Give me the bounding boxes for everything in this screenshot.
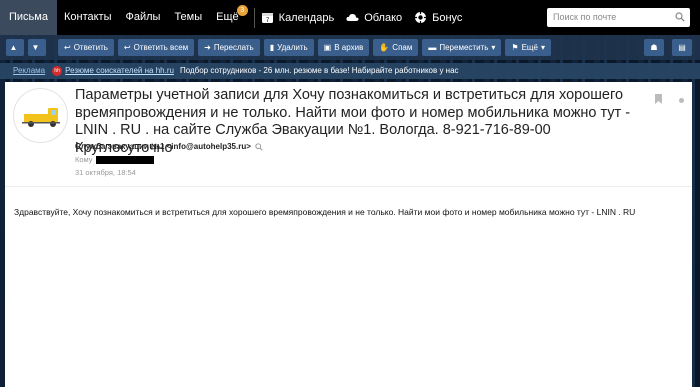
reply-all-icon: ↩ (123, 43, 131, 52)
ad-label: Реклама (13, 66, 46, 75)
message-toolbar: ▲ ▼ ↩ Ответить ↩ Ответить всем ➜ Переслать … (0, 35, 700, 60)
hh-logo-icon: hh (52, 66, 63, 76)
search-icon[interactable] (675, 12, 685, 22)
service-calendar[interactable]: 7 Календарь (261, 11, 335, 24)
nav-item-files[interactable]: Файлы (118, 0, 167, 35)
spam-label: Спам (392, 43, 413, 52)
arrow-down-icon: ▼ (31, 43, 40, 52)
message-body: Здравствуйте, Хочу познакомиться и встре… (14, 207, 636, 217)
shirt-icon: ☗ (650, 43, 658, 52)
forward-label: Переслать (213, 43, 254, 52)
cloud-icon (346, 13, 359, 21)
more-label: Ещё (521, 43, 538, 52)
reply-all-button[interactable]: ↩ Ответить всем (117, 39, 195, 56)
forward-icon: ➜ (204, 43, 211, 52)
print-button[interactable]: ▤ (672, 39, 692, 56)
search-sender-icon[interactable] (255, 143, 263, 151)
search-input[interactable]: Поиск по почте (547, 8, 690, 27)
recipient-label: Кому (75, 155, 93, 164)
previous-message-button[interactable]: ▲ (6, 39, 24, 56)
reply-button[interactable]: ↩ Ответить (58, 39, 114, 56)
message-date: 31 октября, 18:54 (75, 168, 136, 177)
gear-bonus-icon (414, 11, 427, 24)
spam-button[interactable]: ✋ Спам (373, 39, 419, 56)
tag-icon: ⚑ (511, 43, 519, 52)
unread-dot-icon[interactable] (679, 98, 684, 103)
nav-item-more[interactable]: Ещё 3 (209, 0, 248, 35)
printer-icon: ▤ (678, 43, 686, 52)
chevron-down-icon: ▾ (491, 43, 496, 52)
reply-label: Ответить (73, 43, 108, 52)
service-label: Облако (364, 11, 403, 24)
tow-truck-icon (22, 108, 60, 127)
next-message-button[interactable]: ▼ (28, 39, 46, 56)
reply-icon: ↩ (64, 43, 71, 52)
sender-row[interactable]: Служба эвакуации №1 <info@autohelp35.ru> (75, 142, 263, 151)
redacted-recipient (95, 155, 154, 164)
sender-avatar[interactable] (13, 88, 68, 143)
nav-item-label: Ещё (216, 11, 239, 23)
advertisement-strip: Реклама hh Резюме соискателей на hh.ru П… (0, 63, 700, 79)
service-bonus[interactable]: Бонус (414, 11, 462, 24)
forward-button[interactable]: ➜ Переслать (198, 39, 260, 56)
folder-icon: ▬ (428, 43, 437, 52)
more-button[interactable]: ⚑ Ещё ▾ (505, 39, 551, 56)
ad-link[interactable]: Резюме соискателей на hh.ru (65, 63, 174, 79)
search-placeholder: Поиск по почте (553, 12, 617, 22)
nav-item-label: Темы (174, 11, 203, 23)
service-label: Бонус (432, 11, 463, 24)
top-navigation-bar: Письма Контакты Файлы Темы Ещё 3 7 Кален… (0, 0, 700, 35)
bookmark-icon[interactable] (655, 94, 662, 104)
chevron-down-icon: ▾ (540, 43, 545, 52)
notification-badge: 3 (236, 5, 248, 16)
nav-item-letters[interactable]: Письма (0, 0, 57, 35)
archive-label: В архив (334, 43, 364, 52)
service-label: Календарь (278, 11, 335, 24)
nav-item-label: Письма (9, 11, 48, 23)
move-button[interactable]: ▬ Переместить ▾ (422, 39, 502, 56)
delete-label: Удалить (277, 43, 308, 52)
reply-all-label: Ответить всем (133, 43, 189, 52)
nav-item-label: Файлы (125, 11, 161, 23)
archive-button[interactable]: ▣ В архив (317, 39, 370, 56)
move-label: Переместить (439, 43, 489, 52)
theme-button[interactable]: ☗ (644, 39, 664, 56)
calendar-icon: 7 (261, 13, 273, 24)
delete-button[interactable]: ▮ Удалить (263, 39, 314, 56)
sender-name: Служба эвакуации №1 <info@autohelp35.ru> (75, 142, 251, 151)
nav-item-contacts[interactable]: Контакты (57, 0, 119, 35)
header-divider (5, 186, 692, 187)
recipient-row: Кому (75, 155, 154, 164)
nav-separator (253, 7, 255, 28)
thumbs-down-icon: ✋ (379, 43, 390, 52)
archive-icon: ▣ (323, 43, 332, 52)
ad-text[interactable]: Подбор сотрудников - 26 млн. резюме в ба… (180, 63, 459, 79)
trash-icon: ▮ (269, 43, 275, 52)
nav-item-label: Контакты (63, 11, 112, 23)
arrow-up-icon: ▲ (9, 43, 18, 52)
message-view: Параметры учетной записи для Хочу познак… (5, 82, 692, 387)
service-cloud[interactable]: Облако (346, 11, 402, 24)
nav-item-themes[interactable]: Темы (167, 0, 209, 35)
